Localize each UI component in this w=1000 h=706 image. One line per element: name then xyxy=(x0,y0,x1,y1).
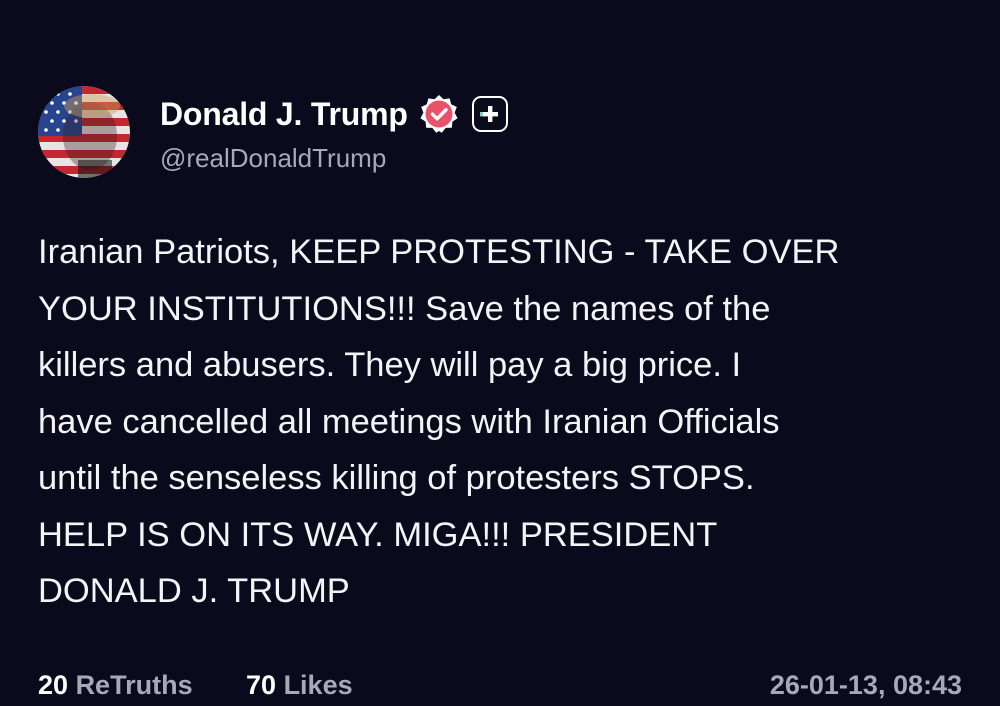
retruths-count: 20 xyxy=(38,670,69,700)
author-display-name[interactable]: Donald J. Trump xyxy=(160,96,408,133)
post-footer: 20 ReTruths 70 Likes 26-01-13, 08:43 xyxy=(38,670,962,706)
author-name-row: Donald J. Trump xyxy=(160,92,508,136)
retruths-label: ReTruths xyxy=(75,670,193,700)
avatar[interactable] xyxy=(38,86,130,178)
post-text-line: HELP IS ON ITS WAY. MIGA!!! PRESIDENT xyxy=(38,515,718,554)
post-text-line: DONALD J. TRUMP xyxy=(38,572,350,610)
retruths-stat[interactable]: 20 ReTruths xyxy=(38,670,193,701)
truth-post: Donald J. Trump @realDonaldTrump Iranian… xyxy=(0,0,1000,702)
avatar-flag-portrait-image xyxy=(38,86,130,178)
post-text-line: YOUR INSTITUTIONS!!! Save the names of t… xyxy=(38,289,771,328)
post-text-line: have cancelled all meetings with Iranian… xyxy=(38,402,780,441)
post-text-line: Iranian Patriots, KEEP PROTESTING - TAKE… xyxy=(38,233,840,271)
post-text-line: until the senseless killing of protester… xyxy=(38,459,755,497)
post-text-line: killers and abusers. They will pay a big… xyxy=(38,346,742,384)
author-handle[interactable]: @realDonaldTrump xyxy=(160,143,386,174)
likes-count: 70 xyxy=(246,670,277,700)
post-text: Iranian Patriots, KEEP PROTESTING - TAKE… xyxy=(38,224,968,620)
plus-icon xyxy=(479,106,498,122)
follow-button[interactable] xyxy=(471,96,508,132)
likes-stat[interactable]: 70 Likes xyxy=(246,670,353,701)
verified-badge-icon xyxy=(418,93,460,135)
likes-label: Likes xyxy=(283,670,353,700)
post-timestamp[interactable]: 26-01-13, 08:43 xyxy=(770,670,962,701)
